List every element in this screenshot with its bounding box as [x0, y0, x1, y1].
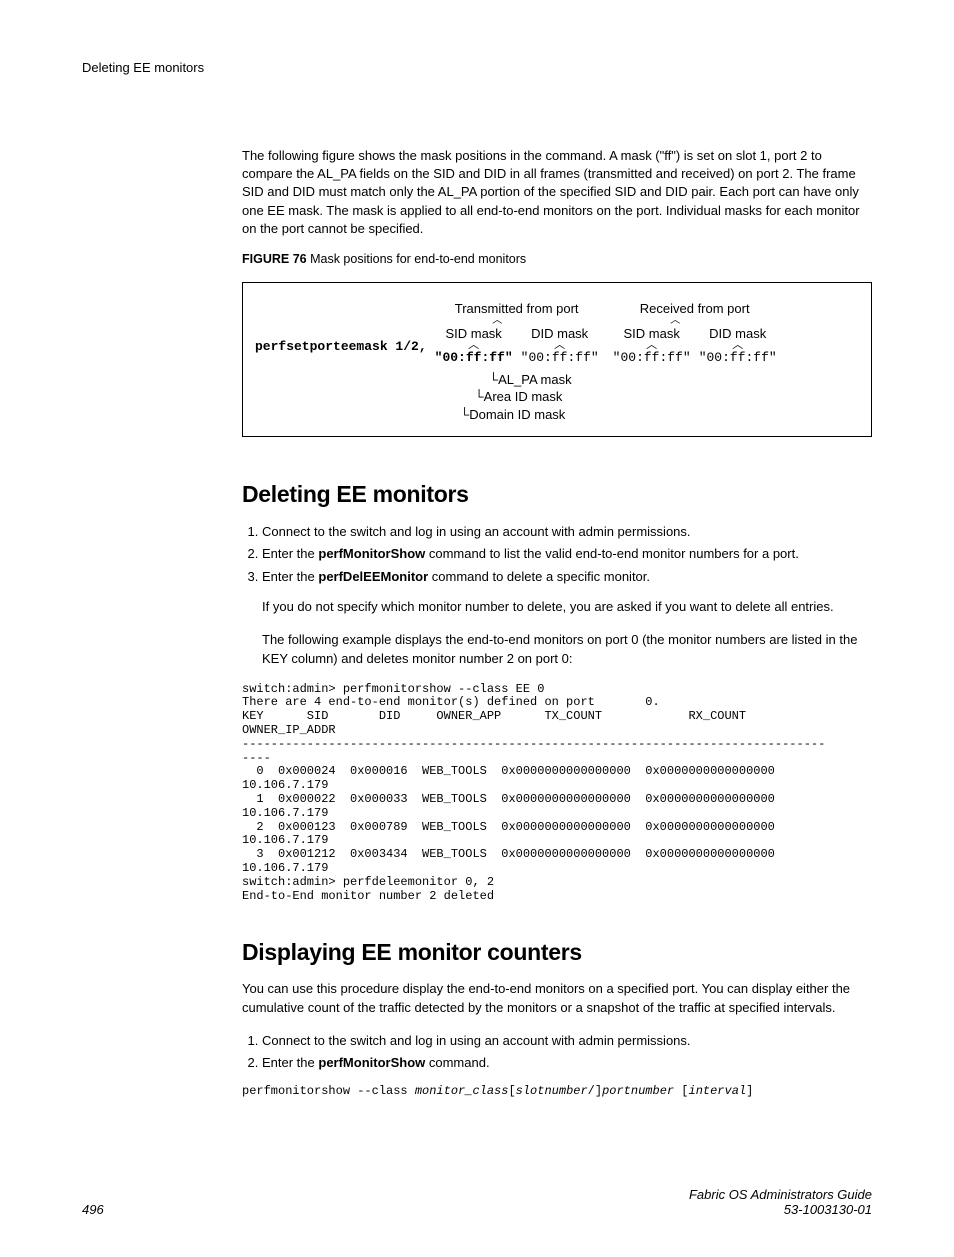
footer-title: Fabric OS Administrators Guide: [689, 1187, 872, 1202]
mask-value: "00:ff:ff": [435, 350, 513, 365]
figure-76-diagram: perfsetporteemask 1/2, Transmitted from …: [242, 282, 872, 437]
mask-value: "00:ff:ff": [699, 350, 777, 365]
intro-paragraph: The following figure shows the mask posi…: [242, 147, 872, 238]
brace-icon: ︿: [554, 342, 565, 350]
displaying-steps: Connect to the switch and log in using a…: [242, 1031, 872, 1073]
annot-alpa: └AL_PA mask: [460, 371, 859, 389]
section-heading-displaying: Displaying EE monitor counters: [242, 939, 872, 966]
example-intro: The following example displays the end-t…: [262, 631, 872, 669]
step-1: Connect to the switch and log in using a…: [262, 1031, 872, 1051]
mask-value: "00:ff:ff": [613, 350, 691, 365]
delete-note: If you do not specify which monitor numb…: [262, 598, 872, 617]
running-header: Deleting EE monitors: [82, 60, 872, 75]
tx-brace-icon: ︿: [492, 318, 541, 326]
diagram-command: perfsetporteemask 1/2,: [255, 301, 427, 354]
step-2: Enter the perfMonitorShow command to lis…: [262, 544, 872, 564]
annot-area: └Area ID mask: [460, 388, 859, 406]
figure-caption: FIGURE 76 Mask positions for end-to-end …: [242, 252, 872, 266]
brace-icon: ︿: [732, 342, 743, 350]
footer-docnum: 53-1003130-01: [689, 1202, 872, 1217]
figure-caption-text: Mask positions for end-to-end monitors: [310, 252, 526, 266]
brace-icon: ︿: [468, 342, 479, 350]
deleting-steps: Connect to the switch and log in using a…: [242, 522, 872, 587]
syntax-line: perfmonitorshow --class monitor_class[sl…: [242, 1085, 872, 1099]
tx-title: Transmitted from port: [455, 301, 579, 316]
rx-brace-icon: ︿: [670, 318, 719, 326]
page-footer: 496 Fabric OS Administrators Guide 53-10…: [82, 1187, 872, 1217]
mask-value: "00:ff:ff": [521, 350, 599, 365]
figure-label: FIGURE 76: [242, 252, 307, 266]
annot-domain: └Domain ID mask: [460, 406, 859, 424]
page-number: 496: [82, 1202, 104, 1217]
rx-title: Received from port: [640, 301, 750, 316]
displaying-intro: You can use this procedure display the e…: [242, 980, 872, 1016]
code-block-ee-monitors: switch:admin> perfmonitorshow --class EE…: [242, 683, 872, 904]
section-heading-deleting: Deleting EE monitors: [242, 481, 872, 508]
step-3: Enter the perfDelEEMonitor command to de…: [262, 567, 872, 587]
step-2: Enter the perfMonitorShow command.: [262, 1053, 872, 1073]
brace-icon: ︿: [646, 342, 657, 350]
step-1: Connect to the switch and log in using a…: [262, 522, 872, 542]
